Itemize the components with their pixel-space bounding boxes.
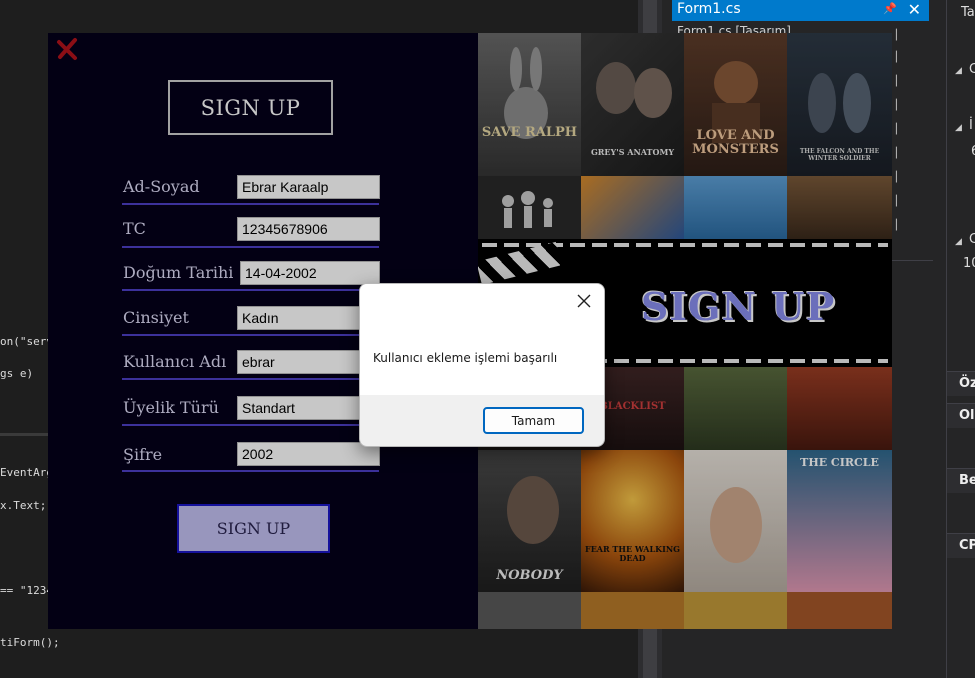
code-line: x.Text; bbox=[0, 499, 47, 512]
property-value: 10 bbox=[963, 256, 975, 271]
code-line: tiForm(); bbox=[0, 636, 60, 649]
tab-form1-cs[interactable]: Form1.cs 📌 ✕ bbox=[672, 0, 929, 21]
property-group: İ bbox=[969, 118, 973, 133]
code-line: on("serv bbox=[0, 335, 53, 348]
close-icon[interactable] bbox=[576, 293, 592, 309]
panel-divider bbox=[889, 260, 933, 261]
pin-icon[interactable]: 📌 bbox=[883, 2, 897, 15]
properties-section[interactable]: Be bbox=[959, 473, 975, 488]
code-line: EventArg bbox=[0, 466, 53, 479]
expand-icon[interactable]: ◢ bbox=[955, 66, 962, 76]
dialog-message: Kullanıcı ekleme işlemi başarılı bbox=[373, 351, 558, 365]
properties-section[interactable]: CP bbox=[959, 538, 975, 553]
expand-icon[interactable]: ◢ bbox=[955, 123, 962, 133]
properties-section[interactable]: Öz bbox=[959, 376, 975, 391]
property-group: C bbox=[969, 62, 975, 77]
ok-button[interactable]: Tamam bbox=[483, 407, 584, 434]
code-line: == "1234 bbox=[0, 584, 53, 597]
property-value: 6 bbox=[971, 144, 975, 159]
property-group: C bbox=[969, 232, 975, 247]
properties-panel: Ta ◢ C ◢ İ 6 ◢ C 10 Öz Ol Be CP bbox=[946, 0, 975, 678]
properties-title: Ta bbox=[961, 5, 975, 20]
properties-section[interactable]: Ol bbox=[959, 408, 975, 423]
close-icon[interactable]: ✕ bbox=[908, 0, 921, 19]
tab-label: Form1.cs bbox=[677, 1, 741, 17]
dialog-content bbox=[360, 284, 604, 395]
expand-icon[interactable]: ◢ bbox=[955, 237, 962, 247]
message-dialog: Kullanıcı ekleme işlemi başarılı Tamam bbox=[359, 283, 605, 447]
code-line: gs e) bbox=[0, 367, 34, 380]
